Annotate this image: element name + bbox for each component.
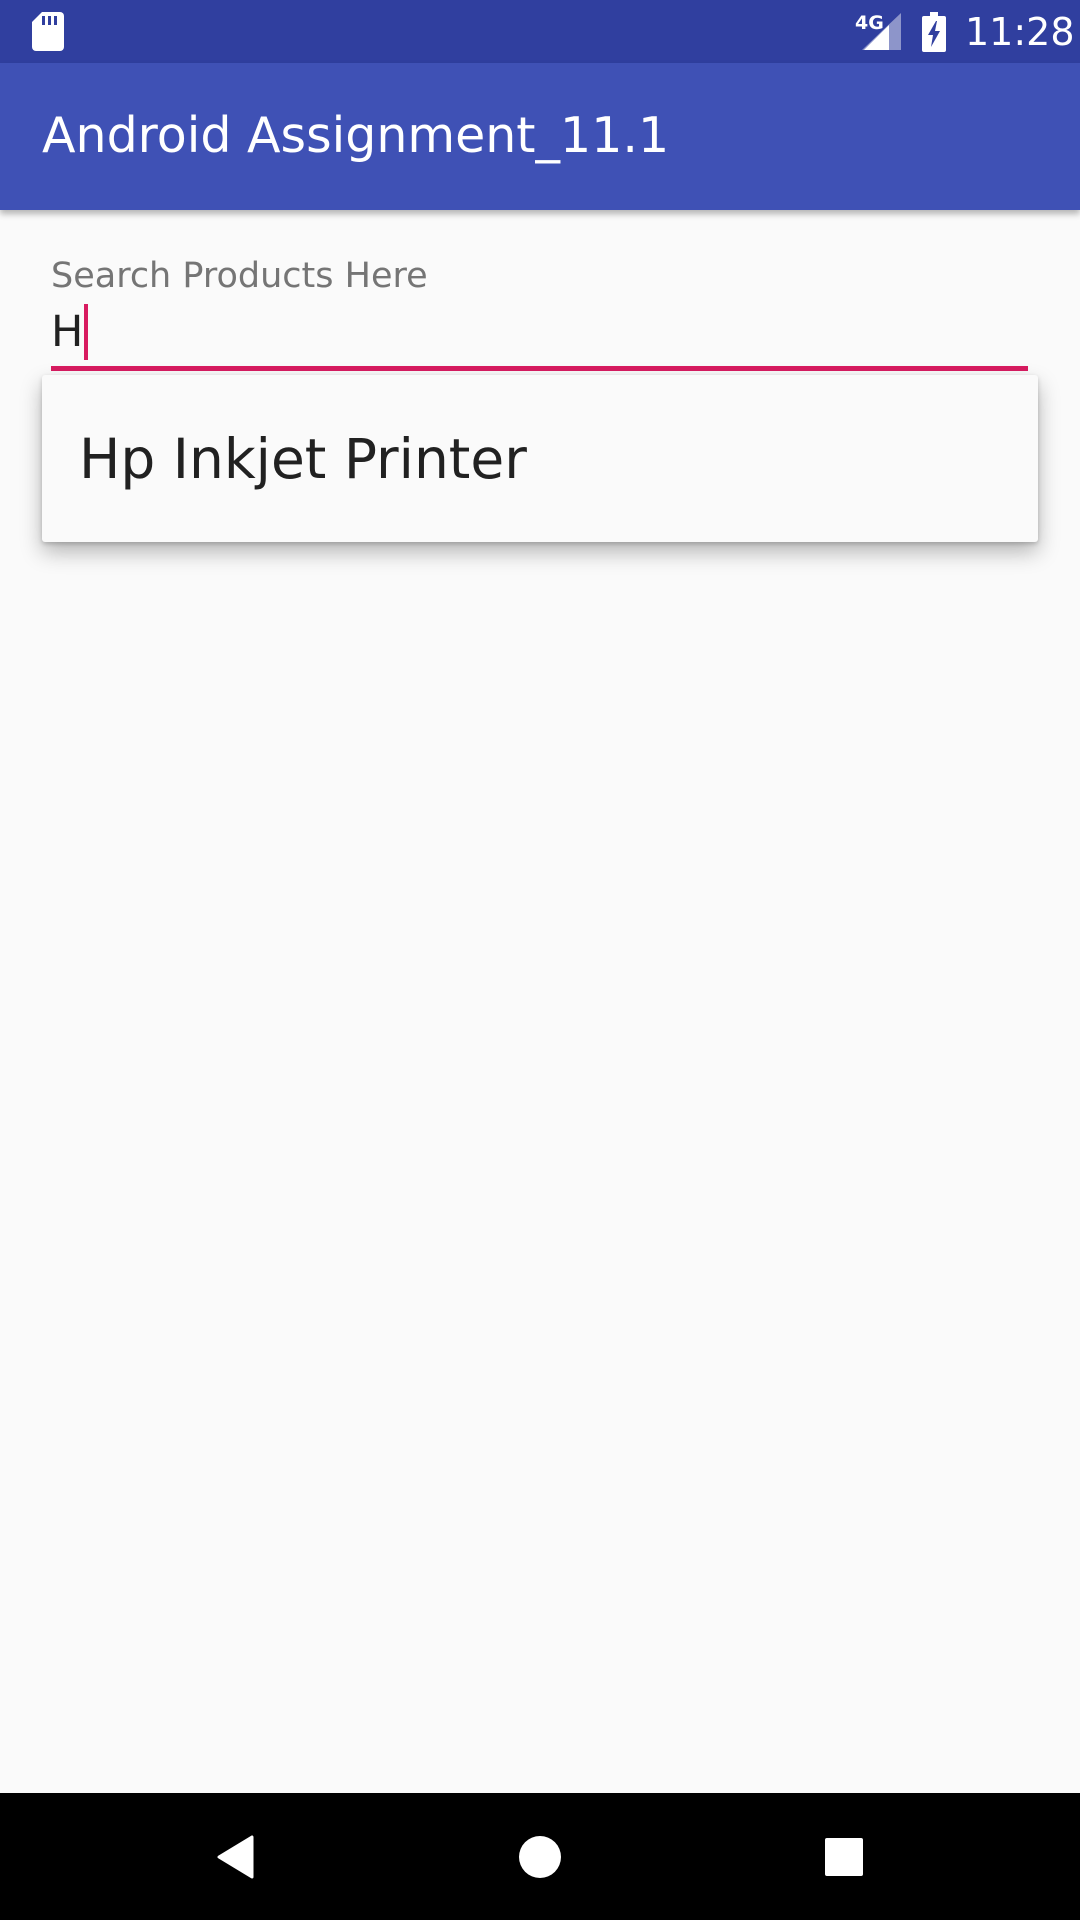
battery-charging-icon xyxy=(922,12,946,52)
network-type-label: 4G xyxy=(855,12,884,34)
back-button[interactable] xyxy=(156,1793,316,1920)
status-clock: 11:28 xyxy=(965,10,1075,54)
search-input[interactable]: H xyxy=(51,304,1028,366)
recents-button[interactable] xyxy=(764,1793,924,1920)
home-icon xyxy=(519,1835,561,1878)
suggestion-item-label: Hp Inkjet Printer xyxy=(79,427,527,491)
text-cursor xyxy=(84,304,89,360)
search-field-label: Search Products Here xyxy=(51,256,428,296)
status-bar: 4G 11:28 xyxy=(0,0,1080,63)
recents-icon xyxy=(825,1837,863,1876)
suggestion-dropdown: Hp Inkjet Printer xyxy=(42,375,1038,542)
home-button[interactable] xyxy=(460,1793,620,1920)
back-icon xyxy=(217,1835,254,1878)
app-title: Android Assignment_11.1 xyxy=(42,107,670,164)
search-input-underline xyxy=(51,366,1028,371)
app-bar: Android Assignment_11.1 xyxy=(0,63,1080,210)
sd-card-icon xyxy=(32,12,64,51)
search-input-value: H xyxy=(51,307,84,357)
navigation-bar xyxy=(0,1793,1080,1920)
suggestion-item[interactable]: Hp Inkjet Printer xyxy=(42,375,1038,542)
